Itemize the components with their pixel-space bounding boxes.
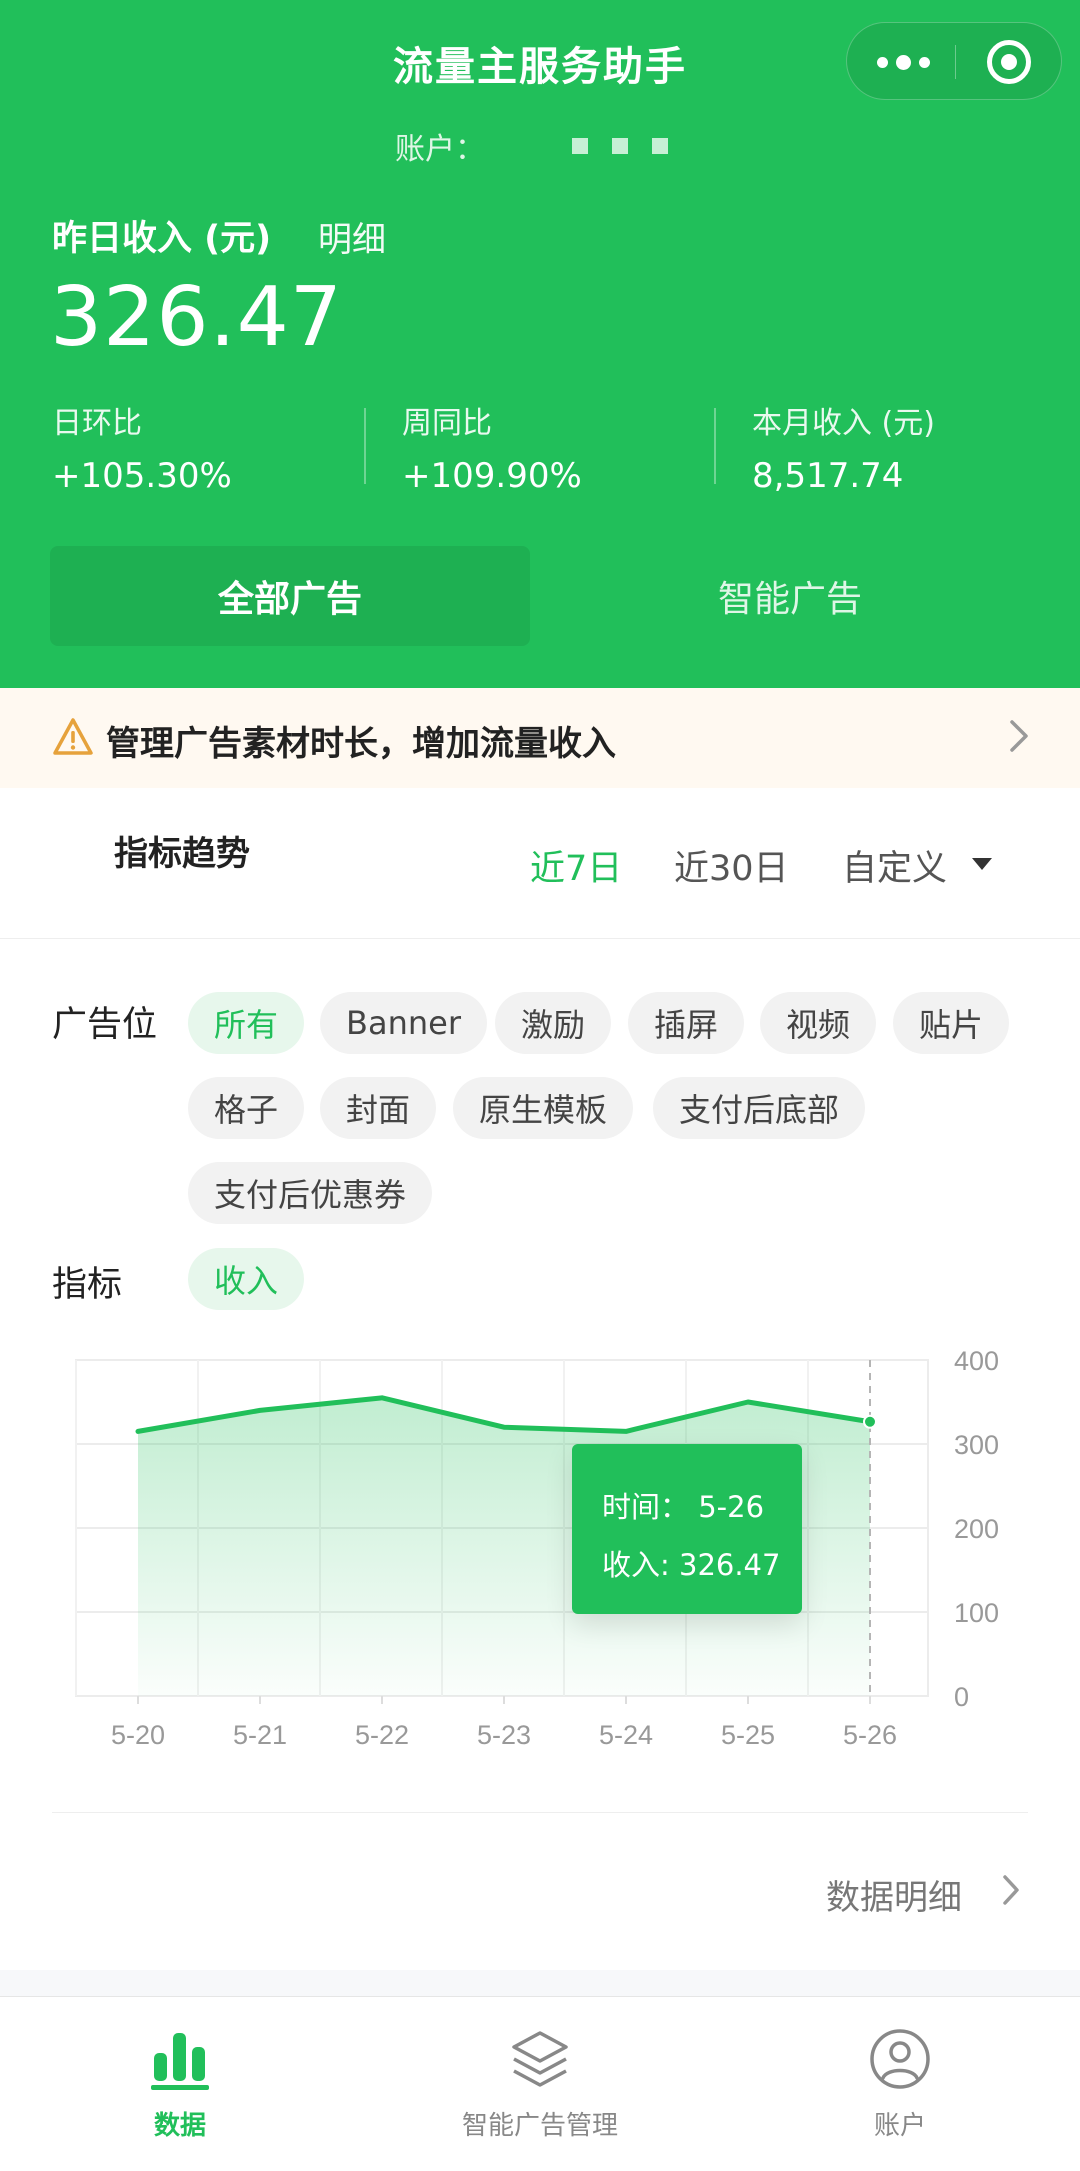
chip-placement-video[interactable]: 视频 [760,992,877,1054]
mini-program-capsule [846,22,1062,100]
stat-label: 日环比 [52,406,142,441]
bottom-tab-bar: 数据 智能广告管理 账户 [0,1996,1080,2171]
capsule-divider [955,45,956,79]
chevron-right-icon[interactable] [1000,1872,1022,1908]
chip-placement-after-pay-bottom[interactable]: 支付后底部 [653,1077,866,1139]
range-custom[interactable]: 自定义 [842,840,947,891]
income-detail-link[interactable]: 明细 [318,212,386,261]
stat-divider [364,408,366,484]
trend-title: 指标趋势 [114,834,250,874]
warning-icon [53,718,93,755]
stat-day-over-day: 日环比 +105.30% [52,398,232,496]
notice-text: 管理广告素材时长，增加流量收入 [106,724,616,764]
y-tick-label: 200 [954,1514,999,1544]
data-detail-link[interactable]: 数据明细 [826,1870,962,1919]
x-tick-label: 5-25 [721,1720,775,1750]
stat-divider [714,408,716,484]
account-label: 账户： [395,132,485,167]
tooltip-time: 时间： 5-26 [602,1490,765,1524]
divider [0,938,1080,939]
header: 流量主服务助手 账户： 昨日收入 (元) 明细 326.47 日环比 +105.… [0,0,1080,688]
tab-smart-ads[interactable]: 智能广告 [550,546,1030,646]
chip-placement-reward[interactable]: 激励 [495,992,612,1054]
stat-label: 周同比 [402,406,492,441]
tab-account[interactable]: 账户 [720,1997,1080,2171]
y-tick-label: 0 [954,1682,969,1712]
x-tick-label: 5-23 [477,1720,531,1750]
chip-placement-all[interactable]: 所有 [188,992,305,1054]
user-icon [870,2029,930,2089]
x-tick-label: 5-26 [843,1720,897,1750]
x-tick-label: 5-20 [111,1720,165,1750]
stat-month-income: 本月收入 (元) 8,517.74 [752,398,935,496]
stat-value: +105.30% [52,456,232,496]
trend-card: 指标趋势 近7日 近30日 自定义 广告位 所有 Banner 激励 插屏 视频… [0,788,1080,1970]
account-masked-value [572,138,668,154]
tab-all-ads[interactable]: 全部广告 [50,546,530,646]
tab-label: 账户 [873,2111,926,2141]
highlight-point [863,1414,877,1429]
tab-data[interactable]: 数据 [0,1997,360,2171]
stat-value: 8,517.74 [752,456,904,496]
chip-placement-grid[interactable]: 格子 [188,1077,305,1139]
layers-icon [512,2031,568,2087]
x-tick-label: 5-22 [355,1720,409,1750]
chip-placement-patch[interactable]: 贴片 [893,992,1010,1054]
placement-label: 广告位 [52,1005,158,1045]
tooltip-value: 收入: 326.47 [602,1548,781,1582]
y-tick-label: 100 [954,1598,999,1628]
x-tick-label: 5-24 [599,1720,653,1750]
range-7-days[interactable]: 近7日 [530,840,622,891]
target-icon[interactable] [987,40,1031,84]
chevron-right-icon [1010,720,1028,752]
chart-tooltip: 时间： 5-26 收入: 326.47 [572,1444,802,1614]
yesterday-income-value: 326.47 [50,270,343,365]
tab-label: 数据 [153,2111,206,2141]
chip-placement-banner[interactable]: Banner [320,992,487,1054]
yesterday-income-label: 昨日收入 (元) [52,219,272,259]
chip-placement-interstitial[interactable]: 插屏 [628,992,745,1054]
stat-week-over-week: 周同比 +109.90% [402,398,582,496]
y-tick-label: 400 [954,1348,999,1376]
metric-label: 指标 [52,1265,123,1305]
chip-placement-after-pay-coupon[interactable]: 支付后优惠券 [188,1162,433,1224]
ad-type-tabs: 全部广告 智能广告 [50,546,1030,646]
caret-down-icon[interactable] [972,858,992,870]
y-tick-label: 300 [954,1430,999,1460]
notice-banner[interactable]: 管理广告素材时长，增加流量收入 [0,688,1080,788]
tab-smart-ad-manage[interactable]: 智能广告管理 [360,1997,720,2171]
chip-placement-native-template[interactable]: 原生模板 [453,1077,634,1139]
divider [52,1812,1028,1813]
chart-svg: 0 100 200 300 400 5-20 5-21 5-22 5-23 5-24 5-25 5-2… [75,1348,999,1750]
tab-label: 智能广告管理 [461,2111,618,2141]
chip-placement-cover[interactable]: 封面 [320,1077,437,1139]
bar-chart-icon [151,2033,209,2090]
stat-label: 本月收入 (元) [752,406,935,441]
income-trend-chart[interactable]: 0 100 200 300 400 5-20 5-21 5-22 5-23 5-24 5-25 5-2… [60,1348,1040,1788]
stat-value: +109.90% [402,456,582,496]
x-tick-label: 5-21 [233,1720,287,1750]
range-30-days[interactable]: 近30日 [674,840,789,891]
chip-metric-income[interactable]: 收入 [188,1248,305,1310]
more-dots-icon[interactable] [877,49,957,75]
